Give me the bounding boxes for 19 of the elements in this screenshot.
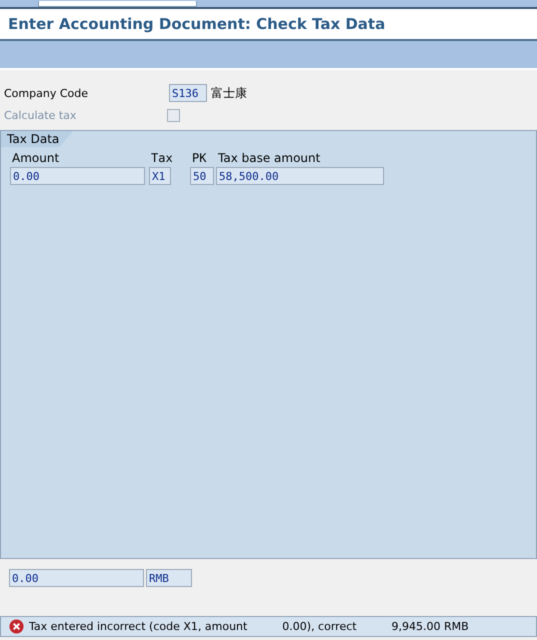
field-label: Calculate tax: [3, 108, 78, 122]
window-title: Enter Accounting Document: Check Tax Data: [8, 15, 386, 33]
status-message: Tax entered incorrect (code X1, amount 0.00), correct 9,945.00 RMB: [29, 620, 469, 633]
command-field[interactable]: [38, 1, 197, 7]
company-name: 富士康: [211, 84, 247, 102]
total-amount-field[interactable]: 0.00: [9, 569, 144, 587]
column-header: Amount: [11, 151, 60, 165]
column-header: Tax: [150, 151, 174, 165]
column-header: Tax base amount: [217, 151, 322, 165]
input-field[interactable]: 0.00: [10, 167, 145, 185]
input-field[interactable]: 58,500.00: [216, 167, 384, 185]
currency-field[interactable]: RMB: [146, 569, 192, 587]
input-field[interactable]: X1: [149, 167, 171, 185]
input-field[interactable]: 50: [190, 167, 214, 185]
field-label: Company Code: [3, 86, 89, 100]
error-icon: [9, 619, 24, 634]
tax-data-tab[interactable]: Tax Data: [1, 131, 74, 147]
column-header: PK: [191, 151, 208, 165]
company-code-field[interactable]: S136: [169, 84, 207, 102]
